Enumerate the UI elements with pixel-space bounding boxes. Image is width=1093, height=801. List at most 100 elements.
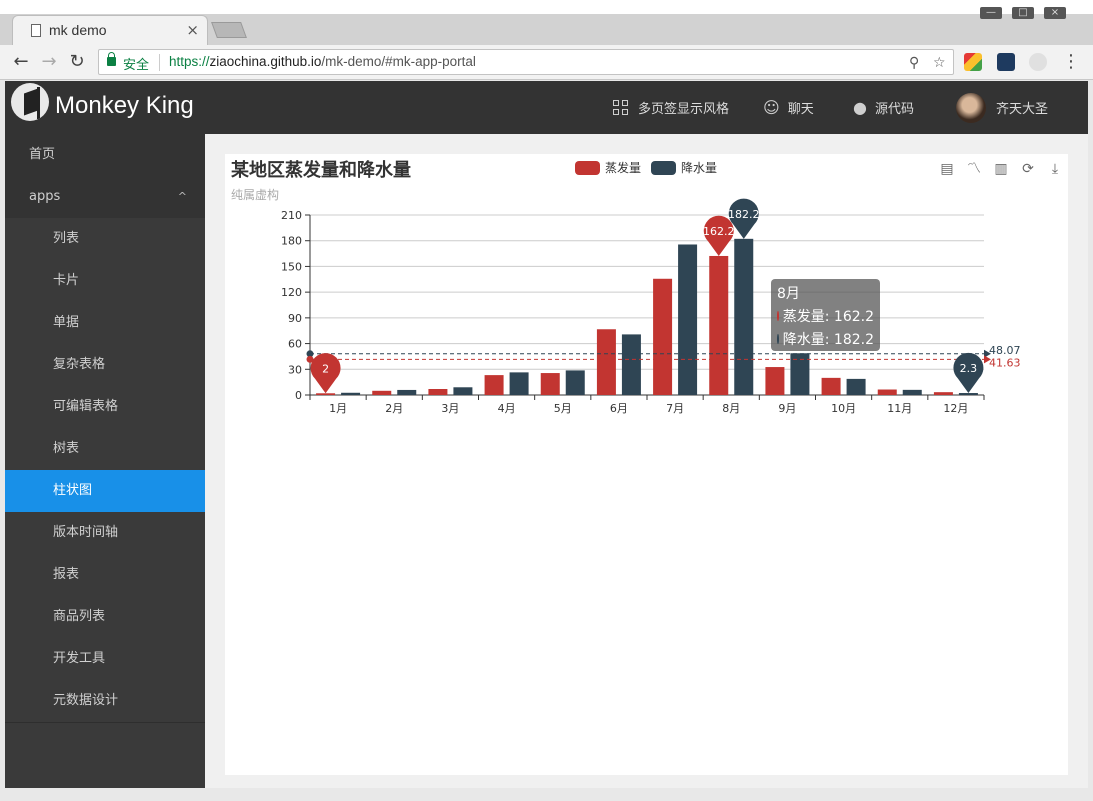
bar-evaporation [428, 389, 448, 395]
bookmark-star-icon[interactable]: ☆ [933, 55, 946, 71]
bar-precipitation [958, 393, 978, 395]
bar-evaporation [316, 393, 336, 395]
bar-evaporation [596, 329, 616, 395]
chart-panel: 某地区蒸发量和降水量 纯属虚构 蒸发量 降水量 ▤ 〽 ▥ ⟳ ⤓ 0 30 60 9… [225, 154, 1068, 775]
lock-icon [107, 52, 116, 66]
bar-evaporation [765, 367, 785, 395]
browser-window: mk demo × — □ × ← → ↻ 安全 https://ziaochi… [0, 0, 1093, 801]
new-tab-button[interactable] [211, 22, 247, 38]
y-tick-label: 150 [281, 260, 302, 273]
bar-precipitation [678, 244, 698, 395]
sidebar-item-voucher[interactable]: 单据 [5, 302, 205, 344]
bar-evaporation [540, 373, 560, 395]
mark-line-label: 41.63 [989, 356, 1021, 369]
browser-toolbar: ← → ↻ 安全 https://ziaochina.github.io/mk-… [0, 45, 1093, 80]
x-tick-label: 11月 [887, 402, 912, 415]
sidebar: 首页 apps ^ 列表 卡片 单据 复杂表格 可编辑表格 树表 柱状图 版本时间… [5, 134, 205, 788]
close-window-button[interactable]: × [1044, 7, 1066, 19]
mark-point-label: 2.3 [960, 362, 978, 375]
chart-tooltip: 8月 蒸发量: 162.2 降水量: 182.2 [771, 279, 880, 351]
bar-precipitation [509, 372, 529, 395]
url-text[interactable]: https://ziaochina.github.io/mk-demo/#mk-… [169, 54, 476, 69]
bar-evaporation [709, 255, 729, 395]
tab-strip: mk demo × — □ × [0, 0, 1093, 45]
forward-button[interactable]: → [38, 51, 60, 73]
x-tick-label: 12月 [943, 402, 968, 415]
tab-style-label: 多页签显示风格 [638, 102, 730, 117]
logo [11, 83, 49, 121]
brand-name: Monkey King [55, 92, 194, 119]
sidebar-item-report[interactable]: 报表 [5, 554, 205, 596]
reload-button[interactable]: ↻ [66, 51, 88, 73]
user-name: 齐天大圣 [996, 102, 1049, 117]
bar-precipitation [846, 378, 866, 395]
key-icon[interactable]: ⚲ [909, 55, 919, 71]
tooltip-row: 降水量: 182.2 [777, 329, 874, 349]
sidebar-item-tree-table[interactable]: 树表 [5, 428, 205, 470]
sidebar-item-apps[interactable]: apps ^ [5, 176, 205, 218]
y-tick-label: 0 [295, 389, 302, 402]
bar-precipitation [341, 392, 361, 395]
chat-label: 聊天 [787, 102, 814, 117]
y-tick-label: 180 [281, 235, 302, 248]
bar-evaporation [821, 377, 841, 395]
mark-point-label: 182.2 [728, 208, 760, 221]
sidebar-item-list[interactable]: 列表 [5, 218, 205, 260]
x-tick-label: 9月 [778, 402, 796, 415]
x-tick-label: 10月 [831, 402, 856, 415]
document-icon [31, 24, 41, 37]
x-tick-label: 8月 [722, 402, 740, 415]
bar-evaporation [653, 278, 673, 395]
extension-icon[interactable] [964, 53, 982, 71]
x-tick-label: 2月 [385, 402, 403, 415]
chat-link[interactable]: ☺ 聊天 [763, 81, 814, 134]
x-tick-label: 6月 [610, 402, 628, 415]
mark-point-label: 2 [322, 362, 329, 375]
bar-evaporation [484, 375, 504, 395]
y-tick-label: 90 [288, 312, 302, 325]
bar-evaporation [372, 390, 392, 395]
source-code-label: 源代码 [874, 102, 914, 117]
sidebar-item-dev-tools[interactable]: 开发工具 [5, 638, 205, 680]
bar-precipitation [397, 389, 417, 395]
sidebar-item-editable-table[interactable]: 可编辑表格 [5, 386, 205, 428]
bar-precipitation [565, 370, 585, 395]
sidebar-item-card[interactable]: 卡片 [5, 260, 205, 302]
app-header: Monkey King 多页签显示风格 ☺ 聊天 ● 源代码 齐天大圣 [5, 81, 1088, 134]
bar-chart: 0 30 60 90 120 150 180 210 1月 2月 3月 4月 5月 6月 7月 8月 9月 10月… [281, 198, 1021, 415]
sidebar-item-home[interactable]: 首页 [5, 134, 205, 176]
back-button[interactable]: ← [10, 51, 32, 73]
sidebar-item-metadata-design[interactable]: 元数据设计 [5, 680, 205, 722]
tooltip-title: 8月 [777, 286, 800, 302]
sidebar-item-version-timeline[interactable]: 版本时间轴 [5, 512, 205, 554]
tab-title: mk demo [49, 22, 107, 38]
minimize-button[interactable]: — [980, 7, 1002, 19]
bar-precipitation [902, 389, 922, 395]
close-tab-icon[interactable]: × [186, 21, 199, 39]
user-menu[interactable]: 齐天大圣 [956, 81, 1048, 134]
smile-icon: ☺ [763, 98, 780, 117]
sidebar-item-complex-table[interactable]: 复杂表格 [5, 344, 205, 386]
github-icon: ● [853, 98, 867, 117]
extension-icon[interactable] [1029, 53, 1047, 71]
browser-tab[interactable]: mk demo × [12, 15, 208, 45]
bar-precipitation [734, 238, 754, 395]
sidebar-item-bar-chart[interactable]: 柱状图 [5, 470, 205, 512]
x-tick-label: 7月 [666, 402, 684, 415]
grid-icon [613, 99, 629, 116]
maximize-button[interactable]: □ [1012, 7, 1034, 19]
x-tick-label: 1月 [329, 402, 347, 415]
address-bar[interactable]: 安全 https://ziaochina.github.io/mk-demo/#… [98, 49, 954, 75]
y-tick-label: 60 [288, 338, 302, 351]
tab-style-toggle[interactable]: 多页签显示风格 [613, 81, 729, 134]
mark-line-label: 48.07 [989, 344, 1021, 357]
react-devtools-icon[interactable] [997, 53, 1015, 71]
security-label: 安全 [123, 58, 150, 73]
sidebar-item-product-list[interactable]: 商品列表 [5, 596, 205, 638]
browser-menu-icon[interactable]: ⋮ [1060, 51, 1082, 73]
mark-point-label: 162.2 [703, 225, 735, 238]
bar-precipitation [621, 334, 641, 395]
source-code-link[interactable]: ● 源代码 [853, 81, 914, 134]
bar-evaporation [933, 392, 953, 395]
y-tick-label: 30 [288, 363, 302, 376]
